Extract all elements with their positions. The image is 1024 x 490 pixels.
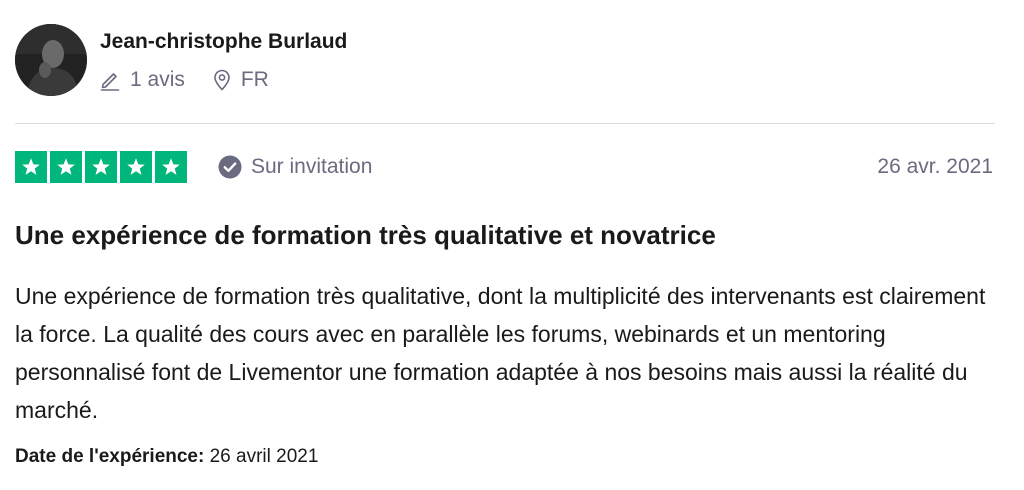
avatar[interactable]	[15, 24, 87, 96]
star-icon	[50, 151, 82, 183]
star-icon	[85, 151, 117, 183]
reviewer-name[interactable]: Jean-christophe Burlaud	[100, 30, 347, 54]
review-title[interactable]: Une expérience de formation très qualita…	[15, 220, 716, 251]
pencil-icon	[100, 69, 120, 91]
review-card: Jean-christophe Burlaud 1 avis FR Sur in…	[0, 0, 1024, 490]
divider	[15, 123, 995, 124]
experience-date-label: Date de l'expérience:	[15, 446, 205, 467]
verification-label: Sur invitation	[251, 155, 373, 178]
star-rating	[15, 151, 187, 183]
review-count-label: 1 avis	[130, 68, 185, 91]
reviewer-country: FR	[213, 68, 269, 92]
review-body: Une expérience de formation très qualita…	[15, 283, 986, 423]
star-icon	[15, 151, 47, 183]
review-count: 1 avis	[100, 68, 185, 92]
verification-badge[interactable]: Sur invitation	[218, 153, 372, 181]
star-icon	[155, 151, 187, 183]
experience-date: Date de l'expérience: 26 avril 2021	[15, 446, 318, 468]
check-circle-icon	[218, 155, 242, 179]
star-icon	[120, 151, 152, 183]
country-label: FR	[240, 68, 269, 91]
experience-date-value: 26 avril 2021	[209, 446, 319, 467]
review-date: 26 avr. 2021	[877, 155, 993, 178]
reviewer-meta: 1 avis FR	[100, 66, 269, 94]
location-pin-icon	[213, 69, 231, 91]
